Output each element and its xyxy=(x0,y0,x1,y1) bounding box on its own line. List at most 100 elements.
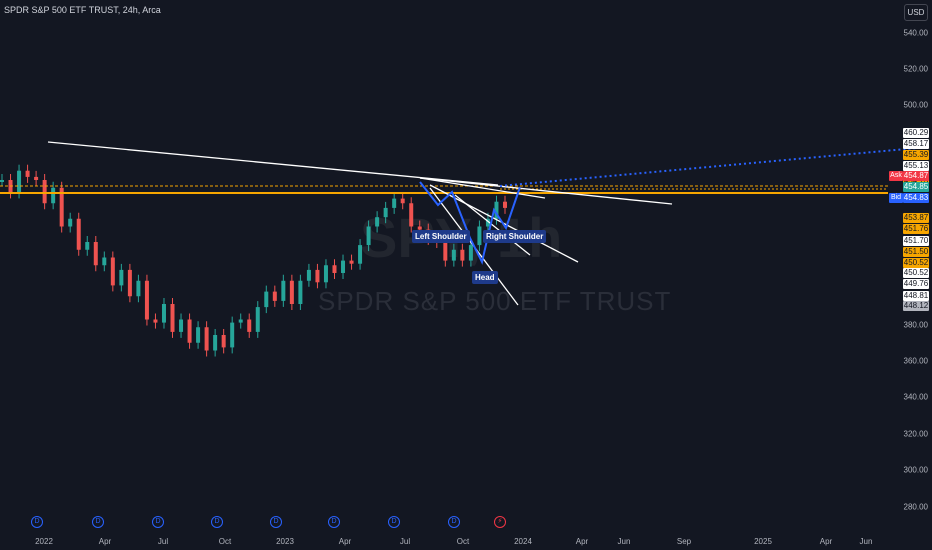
dividend-icon[interactable]: D xyxy=(388,516,400,528)
price-level-badge: 448.12 xyxy=(903,301,929,311)
time-tick-label: Oct xyxy=(456,537,470,546)
dividend-icon[interactable]: D xyxy=(270,516,282,528)
dividend-icon[interactable]: D xyxy=(211,516,223,528)
candle-body xyxy=(315,269,320,283)
candle-body xyxy=(42,180,47,204)
annotation-head: Head xyxy=(472,271,498,284)
time-tick-label: Apr xyxy=(338,537,352,546)
price-level-badge: 455.39 xyxy=(903,150,929,160)
candle-body xyxy=(213,335,218,351)
currency-button[interactable]: USD xyxy=(904,4,928,21)
price-level-badge: 460.29 xyxy=(903,128,929,138)
candle-body xyxy=(503,201,507,208)
candle-body xyxy=(281,280,286,301)
price-tick-label: 380.00 xyxy=(903,320,928,330)
price-plot[interactable] xyxy=(0,0,932,550)
price-level-badge: 458.17 xyxy=(903,139,929,149)
chart-title: SPDR S&P 500 ETF TRUST, 24h, Arca xyxy=(4,5,161,15)
price-level-badge: 449.76 xyxy=(903,279,929,289)
annotation-right-shoulder: Right Shoulder xyxy=(483,230,547,243)
candle-body xyxy=(468,245,473,261)
time-tick-label: Jul xyxy=(399,537,411,546)
candle-body xyxy=(443,242,448,261)
candle-body xyxy=(93,242,98,266)
candle-body xyxy=(51,187,56,204)
candle-body xyxy=(230,322,235,348)
price-level-badge: 450.52 xyxy=(903,258,929,268)
time-tick-label: Sep xyxy=(676,537,692,546)
time-tick-label: Apr xyxy=(575,537,589,546)
quote-price-badge: 454.83 xyxy=(903,193,929,203)
candle-body xyxy=(170,304,175,332)
earnings-icon[interactable]: ⚡ xyxy=(494,516,506,528)
candle-body xyxy=(272,291,277,301)
candle-body xyxy=(341,260,346,273)
time-tick-label: Apr xyxy=(819,537,833,546)
candle-body xyxy=(68,218,73,227)
price-level-badge: 453.87 xyxy=(903,213,929,223)
candle-body xyxy=(204,327,209,351)
candle-body xyxy=(179,319,184,332)
trend-line xyxy=(454,194,531,256)
time-tick-label: Oct xyxy=(218,537,232,546)
candle-body xyxy=(238,319,243,323)
time-tick-label: 2025 xyxy=(754,537,772,546)
price-level-badge: 448.81 xyxy=(903,291,929,301)
time-tick-label: 2024 xyxy=(514,537,532,546)
candle-body xyxy=(25,170,30,177)
candle-body xyxy=(144,280,149,320)
dividend-icon[interactable]: D xyxy=(448,516,460,528)
quote-price-badge: 454.87 xyxy=(903,171,929,181)
candle-body xyxy=(375,217,380,227)
price-level-badge: 451.76 xyxy=(903,224,929,234)
candle-body xyxy=(196,327,201,343)
candle-body xyxy=(187,319,192,343)
candle-body xyxy=(76,218,81,250)
price-tick-label: 520.00 xyxy=(903,64,928,74)
time-tick-label: 2022 xyxy=(35,537,53,546)
candle-body xyxy=(255,307,260,332)
price-tick-label: 540.00 xyxy=(903,28,928,38)
candle-body xyxy=(110,257,115,286)
candle-body xyxy=(392,198,397,208)
candle-body xyxy=(383,207,388,218)
time-tick-label: Apr xyxy=(98,537,112,546)
time-tick-label: Jun xyxy=(859,537,873,546)
dividend-icon[interactable]: D xyxy=(152,516,164,528)
candle-body xyxy=(477,226,482,246)
time-tick-label: Jun xyxy=(617,537,631,546)
candle-body xyxy=(451,249,456,261)
trend-line xyxy=(419,177,546,199)
price-tick-label: 500.00 xyxy=(903,100,928,110)
candle-body xyxy=(119,269,124,286)
price-tick-label: 300.00 xyxy=(903,465,928,475)
candle-body xyxy=(349,260,354,264)
candle-body xyxy=(153,319,158,323)
quote-label: Bid xyxy=(889,193,903,203)
candle-body xyxy=(306,269,311,281)
candle-body xyxy=(127,269,132,297)
candle-body xyxy=(102,257,107,266)
dividend-icon[interactable]: D xyxy=(92,516,104,528)
dividend-icon[interactable]: D xyxy=(31,516,43,528)
candle-body xyxy=(247,319,252,332)
candle-body xyxy=(366,226,371,246)
time-tick-label: Jul xyxy=(157,537,169,546)
price-level-badge: 450.52 xyxy=(903,268,929,278)
candle-body xyxy=(332,265,337,273)
candle-body xyxy=(298,280,303,304)
price-level-badge: 451.50 xyxy=(903,247,929,257)
candle-body xyxy=(323,265,328,283)
projection-line xyxy=(499,146,929,187)
candle-body xyxy=(221,335,226,348)
price-tick-label: 340.00 xyxy=(903,392,928,402)
candle-body xyxy=(400,198,405,204)
dividend-icon[interactable]: D xyxy=(328,516,340,528)
candle-body xyxy=(34,176,39,180)
price-level-badge: 455.13 xyxy=(903,161,929,171)
price-level-badge: 451.70 xyxy=(903,236,929,246)
annotation-left-shoulder: Left Shoulder xyxy=(412,230,470,243)
chart-area[interactable]: SPY, 1h SPDR S&P 500 ETF TRUST SPDR S&P … xyxy=(0,0,932,550)
time-tick-label: 2023 xyxy=(276,537,294,546)
quote-price-badge: 454.85 xyxy=(903,182,929,192)
